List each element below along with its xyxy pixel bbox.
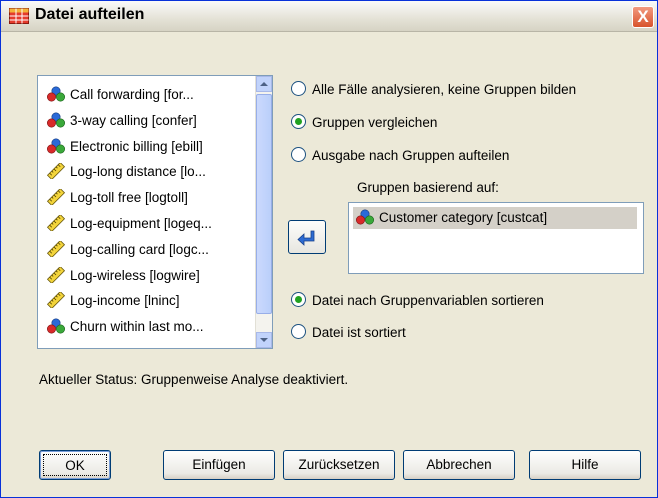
scroll-thumb[interactable] [256, 94, 272, 314]
paste-button[interactable]: Einfügen [163, 450, 275, 480]
arrow-left-icon [297, 230, 315, 246]
nominal-variable-icon [46, 86, 66, 102]
radio-compare[interactable]: Gruppen vergleichen [291, 113, 437, 133]
radio-label: Ausgabe nach Gruppen aufteilen [312, 148, 510, 163]
status-text: Aktueller Status: Gruppenweise Analyse d… [39, 372, 349, 387]
list-item-label: Log-toll free [logtoll] [70, 190, 188, 206]
radio-label: Alle Fälle analysieren, keine Gruppen bi… [312, 82, 577, 97]
table-icon [9, 8, 29, 24]
list-item-label: Log-equipment [logeq... [70, 216, 212, 231]
radio-label: Datei ist sortiert [312, 325, 406, 340]
radio-all[interactable]: Alle Fälle analysieren, keine Gruppen bi… [291, 80, 576, 100]
list-item[interactable]: Churn within last mo... [46, 316, 204, 338]
scroll-up-icon [260, 82, 268, 86]
scale-variable-icon [46, 267, 66, 283]
list-item[interactable]: 3-way calling [confer] [46, 110, 197, 132]
move-variable-button[interactable] [288, 220, 326, 254]
list-item[interactable]: Log-wireless [logwire] [46, 265, 200, 287]
window-title: Datei aufteilen [35, 6, 145, 23]
help-button[interactable]: Hilfe [529, 450, 641, 480]
close-icon: X [637, 7, 649, 26]
list-item[interactable]: Log-equipment [logeq... [46, 213, 212, 235]
radio-button-icon[interactable] [291, 114, 306, 129]
list-item-label: 3-way calling [confer] [70, 112, 197, 128]
scroll-down-button[interactable] [256, 332, 272, 348]
reset-button[interactable]: Zurücksetzen [283, 450, 395, 480]
scale-variable-icon [46, 215, 66, 231]
list-item-label: Log-wireless [logwire] [70, 267, 200, 283]
radio-button-icon[interactable] [291, 147, 306, 162]
scroll-down-icon [260, 338, 268, 342]
groups-based-on-list[interactable]: Customer category [custcat] [348, 202, 644, 274]
scale-variable-icon [46, 189, 66, 205]
scroll-up-button[interactable] [256, 76, 272, 92]
groups-based-on-label: Gruppen basierend auf: [357, 180, 499, 195]
ok-button-label: OK [43, 454, 107, 476]
list-item-label: Churn within last mo... [70, 319, 204, 335]
group-variable-label: Customer category [custcat] [379, 210, 548, 225]
nominal-variable-icon [46, 138, 66, 154]
nominal-variable-icon [46, 318, 66, 334]
list-item-label: Electronic billing [ebill] [70, 138, 203, 154]
list-item[interactable]: Log-calling card [logc... [46, 239, 209, 261]
nominal-variable-icon [355, 209, 375, 225]
list-item[interactable]: Log-income [lninc] [46, 290, 180, 312]
radio-label: Datei nach Gruppenvariablen sortieren [312, 293, 544, 308]
cancel-button[interactable]: Abbrechen [403, 450, 515, 480]
scale-variable-icon [46, 241, 66, 257]
radio-button-icon[interactable] [291, 81, 306, 96]
list-item[interactable]: Call forwarding [for... [46, 84, 194, 106]
nominal-variable-icon [46, 112, 66, 128]
radio-button-icon[interactable] [291, 324, 306, 339]
radio-organize[interactable]: Ausgabe nach Gruppen aufteilen [291, 146, 509, 166]
list-item[interactable]: Log-long distance [lo... [46, 161, 206, 183]
scale-variable-icon [46, 163, 66, 179]
radio-sorted[interactable]: Datei ist sortiert [291, 323, 406, 343]
variable-list[interactable]: Call forwarding [for... 3-way calling [co… [37, 75, 273, 349]
radio-label: Gruppen vergleichen [312, 115, 438, 130]
list-item-label: Log-calling card [logc... [70, 241, 209, 257]
list-item[interactable]: Electronic billing [ebill] [46, 136, 203, 158]
group-variable-item[interactable]: Customer category [custcat] [353, 207, 637, 229]
radio-button-icon[interactable] [291, 292, 306, 307]
list-item[interactable]: Log-toll free [logtoll] [46, 187, 188, 209]
scale-variable-icon [46, 292, 66, 308]
title-bar[interactable]: Datei aufteilen X [1, 1, 657, 32]
list-item-label: Call forwarding [for... [70, 87, 194, 102]
list-item-label: Log-income [lninc] [70, 293, 180, 309]
split-file-dialog: Datei aufteilen X Call forwarding [for..… [0, 0, 658, 498]
radio-sort[interactable]: Datei nach Gruppenvariablen sortieren [291, 291, 544, 311]
list-item-label: Log-long distance [lo... [70, 164, 206, 180]
variable-list-scrollbar[interactable] [255, 76, 272, 348]
ok-button[interactable]: OK [39, 450, 111, 480]
close-button[interactable]: X [632, 6, 654, 28]
